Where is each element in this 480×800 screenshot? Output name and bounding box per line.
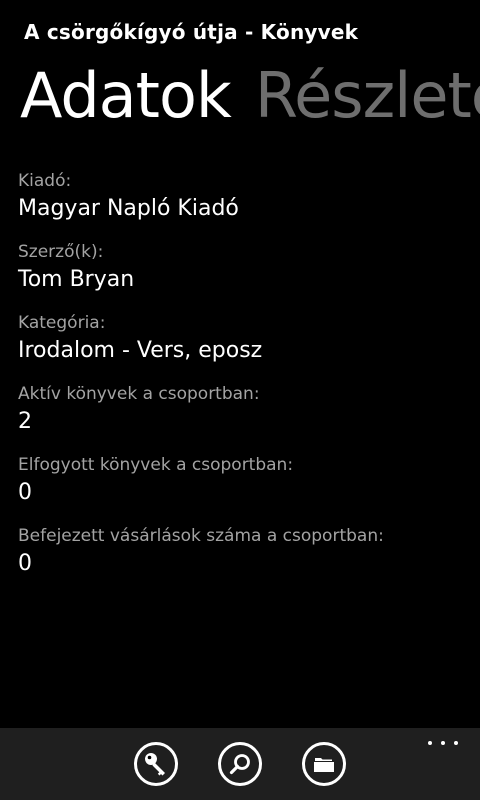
field-value: Magyar Napló Kiadó [18, 196, 239, 221]
field-active-books: Aktív könyvek a csoportban: 2 [18, 383, 468, 454]
pivot-tab-adatok[interactable]: Adatok [20, 58, 232, 134]
search-button[interactable] [218, 742, 262, 786]
field-value: 0 [18, 480, 32, 505]
field-label: Aktív könyvek a csoportban: [18, 384, 260, 404]
key-button[interactable] [134, 742, 178, 786]
field-label: Szerző(k): [18, 242, 104, 262]
more-button[interactable] [428, 736, 458, 750]
field-value: Irodalom - Vers, eposz [18, 338, 263, 363]
field-label: Kategória: [18, 313, 106, 333]
field-sold-out-books: Elfogyott könyvek a csoportban: 0 [18, 454, 468, 525]
app-title: A csörgőkígyó útja - Könyvek [24, 20, 359, 44]
key-icon [143, 751, 169, 777]
field-label: Befejezett vásárlások száma a csoportban… [18, 526, 384, 546]
search-icon [228, 752, 252, 776]
field-category: Kategória: Irodalom - Vers, eposz [18, 312, 468, 383]
details-list: Kiadó: Magyar Napló Kiadó Szerző(k): Tom… [18, 170, 468, 596]
field-value: Tom Bryan [18, 267, 135, 292]
pivot-tab-reszletek[interactable]: Részletek [255, 58, 480, 134]
field-value: 0 [18, 551, 32, 576]
field-completed-purchases: Befejezett vásárlások száma a csoportban… [18, 525, 468, 596]
field-label: Elfogyott könyvek a csoportban: [18, 455, 294, 475]
folder-button[interactable] [302, 742, 346, 786]
folder-icon [312, 752, 336, 776]
pivot-headers: Adatok Részletek [20, 58, 480, 134]
field-value: 2 [18, 409, 32, 434]
field-label: Kiadó: [18, 171, 72, 191]
app-bar [0, 728, 480, 800]
field-authors: Szerző(k): Tom Bryan [18, 241, 468, 312]
field-publisher: Kiadó: Magyar Napló Kiadó [18, 170, 468, 241]
more-icon [428, 741, 432, 745]
